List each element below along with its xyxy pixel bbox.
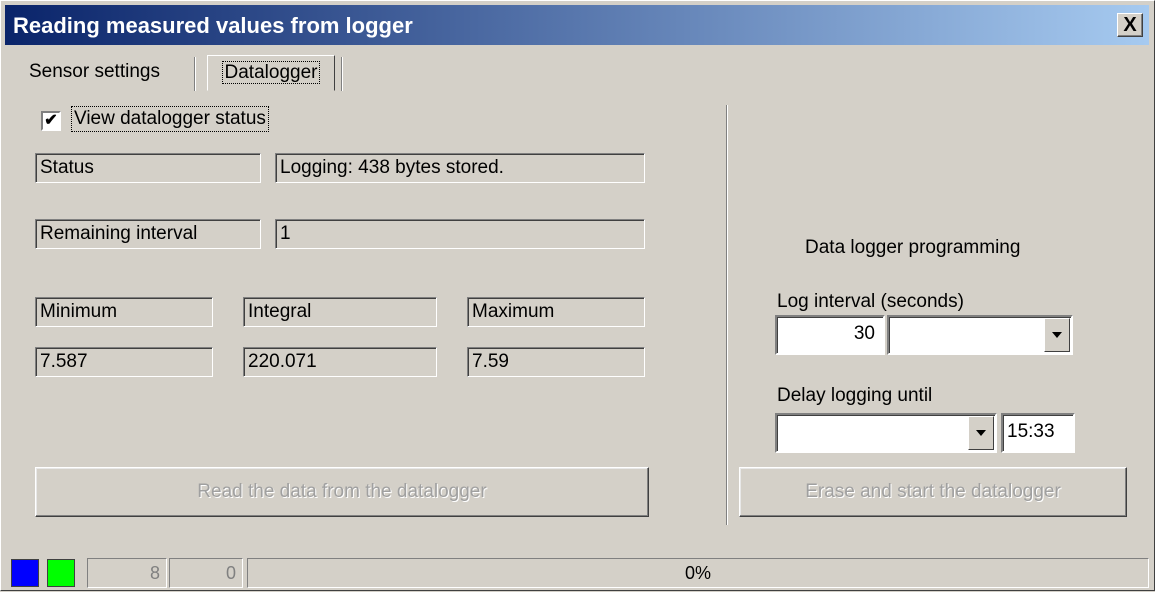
close-button[interactable]: X xyxy=(1117,13,1143,37)
tab-sensor-settings[interactable]: Sensor settings xyxy=(29,61,160,83)
chevron-down-icon[interactable] xyxy=(1044,318,1070,352)
view-status-label[interactable]: View datalogger status xyxy=(71,106,269,132)
blue-indicator-swatch xyxy=(11,559,39,587)
status-count-2: 0 xyxy=(169,558,243,588)
tab-divider xyxy=(341,57,343,91)
status-value: Logging: 438 bytes stored. xyxy=(275,153,645,183)
programming-heading: Data logger programming xyxy=(805,237,1021,258)
chevron-down-icon[interactable] xyxy=(968,416,994,450)
green-indicator-swatch xyxy=(47,559,75,587)
view-status-checkbox[interactable]: ✔ xyxy=(41,111,61,131)
minimum-label: Minimum xyxy=(35,297,213,327)
status-label: Status xyxy=(35,153,261,183)
integral-value: 220.071 xyxy=(243,347,437,377)
window-title: Reading measured values from logger xyxy=(13,13,413,38)
log-interval-label: Log interval (seconds) xyxy=(777,291,964,312)
dialog-window: Reading measured values from logger X Se… xyxy=(0,0,1155,591)
progress-bar: 0% xyxy=(247,558,1149,588)
log-interval-unit-select[interactable] xyxy=(887,315,1073,355)
delay-logging-label: Delay logging until xyxy=(777,385,933,406)
erase-start-button[interactable]: Erase and start the datalogger xyxy=(739,467,1127,517)
integral-label: Integral xyxy=(243,297,437,327)
title-bar: Reading measured values from logger X xyxy=(5,5,1149,45)
remaining-interval-label: Remaining interval xyxy=(35,219,261,249)
remaining-interval-value: 1 xyxy=(275,219,645,249)
vertical-divider xyxy=(726,105,728,525)
minimum-value: 7.587 xyxy=(35,347,213,377)
delay-date-select[interactable] xyxy=(775,413,997,453)
maximum-label: Maximum xyxy=(467,297,645,327)
read-data-button[interactable]: Read the data from the datalogger xyxy=(35,467,649,517)
maximum-value: 7.59 xyxy=(467,347,645,377)
progress-text: 0% xyxy=(684,563,711,583)
log-interval-input[interactable]: 30 xyxy=(775,315,885,355)
delay-time-input[interactable]: 15:33 xyxy=(1001,413,1075,453)
status-count-1: 8 xyxy=(87,558,167,588)
tab-datalogger[interactable]: Datalogger xyxy=(207,55,335,91)
tab-divider xyxy=(194,57,196,91)
tab-datalogger-label: Datalogger xyxy=(221,61,321,84)
